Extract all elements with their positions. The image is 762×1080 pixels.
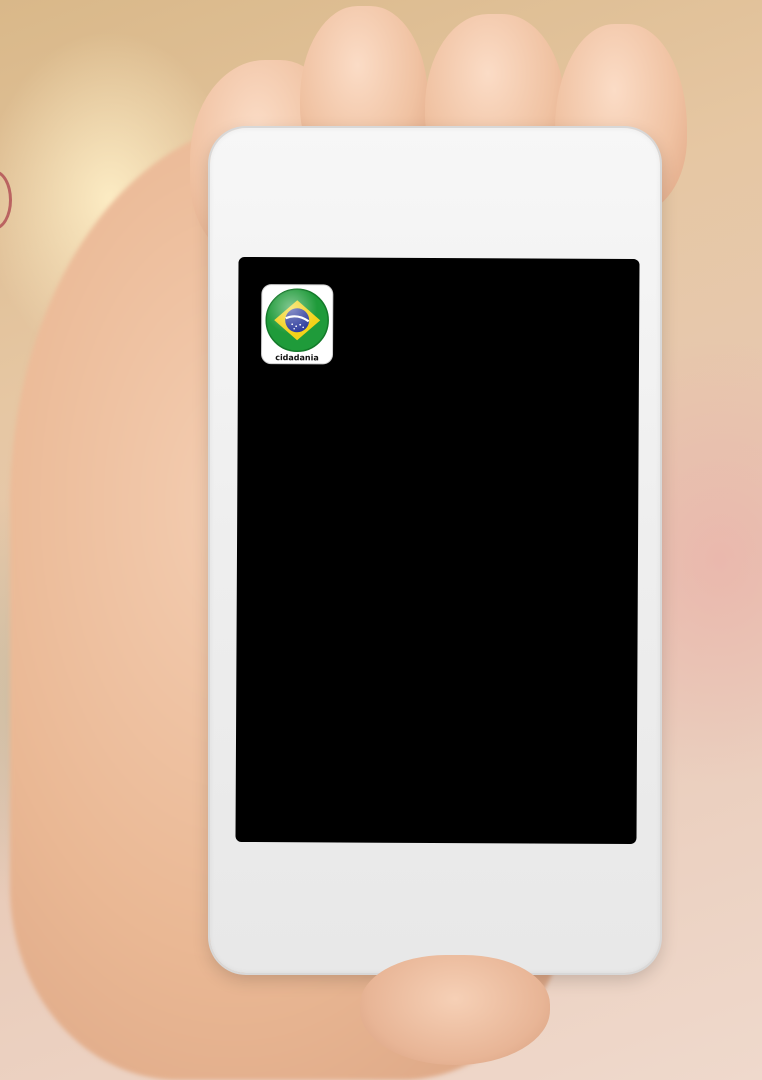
photo-background: cidadania: [0, 0, 762, 1080]
brazil-flag-icon: [265, 288, 329, 353]
thumb: [360, 955, 550, 1065]
app-icon-cidadania[interactable]: cidadania: [261, 285, 333, 364]
phone-screen: cidadania: [235, 256, 640, 845]
app-label: cidadania: [275, 353, 319, 363]
background-object: [0, 170, 12, 230]
smartphone: cidadania: [210, 128, 660, 973]
